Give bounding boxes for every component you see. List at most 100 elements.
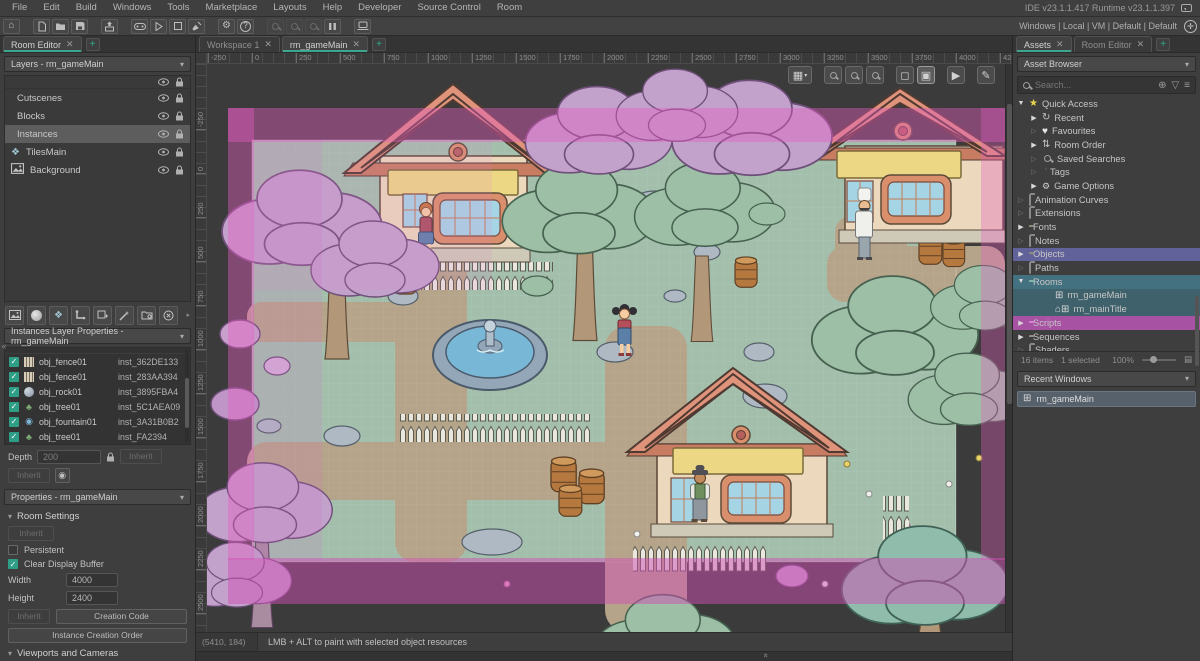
recent-window-item[interactable]: ⊞ rm_gameMain	[1017, 391, 1196, 407]
asset-tree-row-extensions[interactable]: ▷ Extensions	[1013, 207, 1200, 221]
menu-item[interactable]: Build	[68, 2, 105, 13]
lock-icon[interactable]	[175, 147, 184, 157]
asset-tree-row-shaders[interactable]: ▷ Shaders	[1013, 343, 1200, 350]
tab-workspace-1[interactable]: Workspace 1✕	[199, 36, 280, 52]
tab-rm-gamemain[interactable]: rm_gameMain✕	[282, 36, 368, 52]
expand-arrow-icon[interactable]: ▷	[1017, 264, 1025, 272]
close-icon[interactable]: ✕	[66, 39, 74, 50]
instance-row[interactable]: ✓ ◉ obj_fountain01 inst_3A31B0B2	[5, 414, 190, 429]
width-input[interactable]: 4000	[66, 573, 118, 587]
add-asset-icon[interactable]: ⊕	[1158, 80, 1166, 91]
instance-row[interactable]: ✓ ♣ obj_tree01 inst_5C1AEA09	[5, 399, 190, 414]
expand-arrow-icon[interactable]: ▶	[1017, 250, 1025, 258]
save-project-icon[interactable]	[71, 19, 88, 34]
panel-collapse-handle[interactable]: «	[0, 341, 8, 351]
instance-checkbox[interactable]: ✓	[9, 402, 19, 412]
search-input[interactable]	[1035, 80, 1153, 90]
layer-row[interactable]: Cutscenes	[5, 89, 190, 107]
layer-row[interactable]: Blocks	[5, 107, 190, 125]
add-tab-button[interactable]: +	[372, 38, 386, 51]
menu-item[interactable]: Tools	[159, 2, 197, 13]
target-manager-icon[interactable]: ✛	[1184, 20, 1197, 33]
asset-tree-row-room-order[interactable]: ▶ ⇅ Room Order	[1013, 138, 1200, 152]
add-asset-layer-icon[interactable]	[93, 306, 112, 325]
home-button[interactable]: ⌂	[3, 19, 20, 34]
fit-to-screen-button[interactable]: ◻	[896, 66, 914, 84]
expand-arrow-icon[interactable]: ▶	[1017, 319, 1025, 327]
instance-creation-order-button[interactable]: Instance Creation Order	[8, 628, 187, 643]
instance-row[interactable]: ✓ obj_rock01 inst_3895FBA4	[5, 384, 190, 399]
canvas-zoom-out-button[interactable]	[824, 66, 842, 84]
persistent-checkbox[interactable]	[8, 545, 18, 555]
room-properties-dropdown[interactable]: Properties - rm_gameMain▾	[4, 489, 191, 505]
menu-item[interactable]: Room	[489, 2, 530, 13]
menu-item[interactable]: Developer	[350, 2, 409, 13]
expand-arrow-icon[interactable]: ▶	[1030, 141, 1038, 149]
preview-play-button[interactable]: ▶	[947, 66, 965, 84]
visibility-eye-icon[interactable]	[158, 112, 169, 120]
expand-arrow-icon[interactable]: ▷	[1030, 127, 1038, 135]
instance-row[interactable]: ✓ obj_fence01 inst_362DE133	[5, 354, 190, 369]
expand-arrow-icon[interactable]: ▶	[1030, 114, 1038, 122]
layer-row[interactable]: Instances	[5, 125, 190, 143]
expand-arrow-icon[interactable]: ▷	[1030, 168, 1038, 176]
instance-checkbox[interactable]: ✓	[9, 417, 19, 427]
asset-tree-scrollbar[interactable]	[1195, 296, 1199, 366]
asset-tree-row-saved-searches[interactable]: ▷ Saved Searches	[1013, 152, 1200, 166]
asset-tree-row-quick-access[interactable]: ▼ ★ Quick Access	[1013, 97, 1200, 111]
instance-checkbox[interactable]: ✓	[9, 372, 19, 382]
layer-target-icon[interactable]: ◉	[55, 468, 70, 483]
debugger-break-icon[interactable]	[324, 19, 341, 34]
canvas-zoom-in-button[interactable]	[845, 66, 863, 84]
menu-item[interactable]: File	[4, 2, 35, 13]
menu-item[interactable]: Windows	[105, 2, 160, 13]
asset-tree-row-objects[interactable]: ▶ Objects	[1013, 248, 1200, 262]
asset-tree-row-recent[interactable]: ▶ ↻ Recent	[1013, 111, 1200, 125]
stop-button[interactable]	[169, 19, 186, 34]
settings-gear-icon[interactable]: ⚙	[218, 19, 235, 34]
expand-arrow-icon[interactable]: ▷	[1017, 209, 1025, 217]
viewports-header[interactable]: ▾Viewports and Cameras	[0, 645, 195, 661]
new-project-icon[interactable]	[33, 19, 50, 34]
toolbar-overflow-icon[interactable]: ▸	[186, 311, 190, 319]
depth-inherit-button[interactable]: Inherit	[120, 449, 162, 464]
recent-windows-dropdown[interactable]: Recent Windows▾	[1017, 371, 1196, 387]
close-icon[interactable]: ✕	[1137, 39, 1145, 50]
expand-arrow-icon[interactable]: ▼	[1017, 278, 1025, 285]
lock-icon[interactable]	[175, 165, 184, 175]
feedback-chat-icon[interactable]	[1181, 4, 1192, 12]
close-icon[interactable]: ✕	[352, 39, 360, 50]
layer-row[interactable]: Background	[5, 161, 190, 179]
create-executable-icon[interactable]	[101, 19, 118, 34]
instance-checkbox[interactable]: ✓	[9, 357, 19, 367]
expand-arrow-icon[interactable]: ▶	[1017, 223, 1025, 231]
asset-tree-row-sequences[interactable]: ▶ Sequences	[1013, 330, 1200, 344]
help-icon[interactable]: ?	[237, 19, 254, 34]
instances-properties-dropdown[interactable]: Instances Layer Properties - rm_gameMain…	[4, 328, 191, 344]
add-tab-button[interactable]: +	[1156, 38, 1170, 51]
lock-icon[interactable]	[175, 93, 184, 103]
zoom-in-icon[interactable]	[305, 19, 322, 34]
icon-size-slider[interactable]	[1142, 359, 1176, 361]
menu-item[interactable]: Layouts	[265, 2, 314, 13]
add-path-layer-icon[interactable]	[71, 306, 90, 325]
asset-tree-row-animation-curves[interactable]: ▷ Animation Curves	[1013, 193, 1200, 207]
build-target-info[interactable]: Windows | Local | VM | Default | Default	[1019, 21, 1177, 31]
open-project-icon[interactable]	[52, 19, 69, 34]
instance-row[interactable]: ✓ obj_fence01 inst_283AA394	[5, 369, 190, 384]
asset-tree-row-fonts[interactable]: ▶ Fonts	[1013, 220, 1200, 234]
menu-item[interactable]: Help	[315, 2, 351, 13]
grid-view-icon[interactable]: ▤	[1184, 354, 1192, 365]
menu-item[interactable]: Source Control	[409, 2, 488, 13]
instance-checkbox[interactable]: ✓	[9, 432, 19, 442]
browser-menu-icon[interactable]: ≡	[1184, 80, 1190, 91]
room-inherit-button[interactable]: Inherit	[8, 526, 54, 541]
close-icon[interactable]: ✕	[1056, 39, 1064, 50]
run-button[interactable]	[150, 19, 167, 34]
menu-item[interactable]: Edit	[35, 2, 67, 13]
center-room-button[interactable]: ▣	[917, 66, 935, 84]
layer-folder-icon[interactable]	[137, 306, 156, 325]
zoom-reset-icon[interactable]	[286, 19, 303, 34]
output-collapse-strip[interactable]: «	[196, 651, 1012, 661]
laptop-mode-icon[interactable]	[354, 19, 371, 34]
